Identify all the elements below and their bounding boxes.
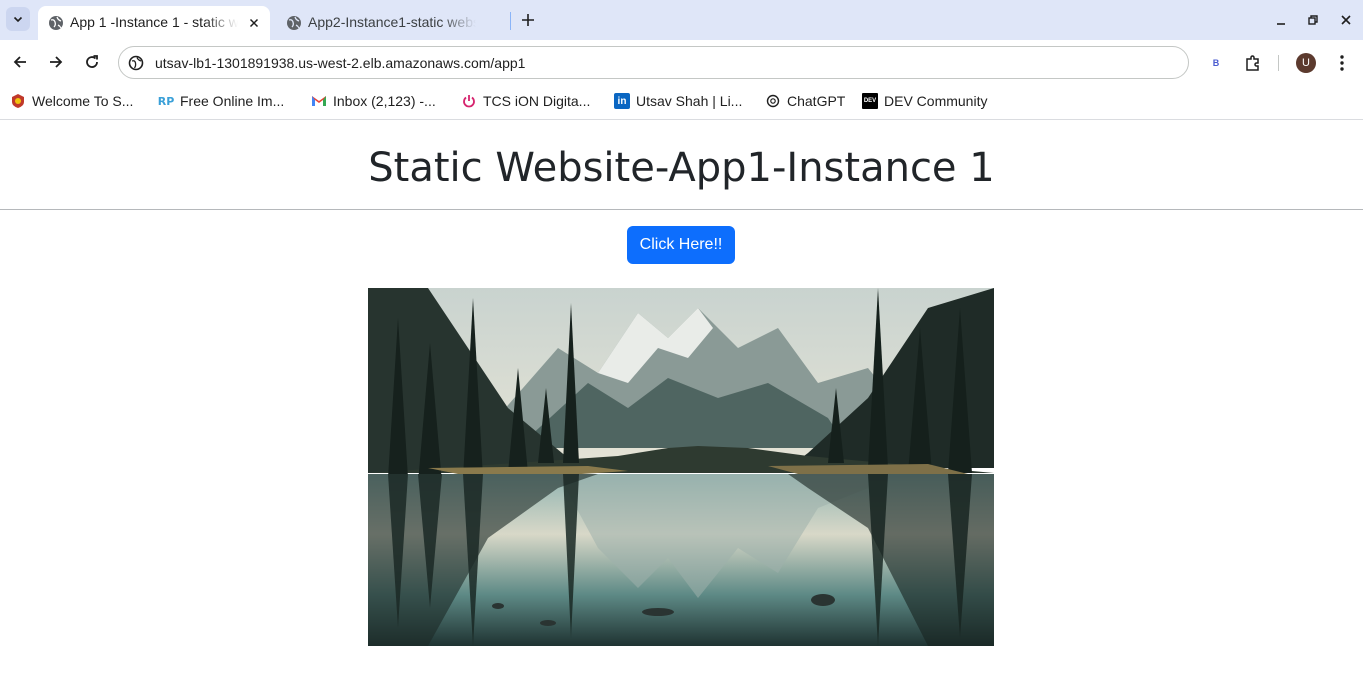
crest-icon [10,93,26,109]
bookmark-chatgpt[interactable]: ChatGPT [765,91,845,111]
tab-app2[interactable]: App2-Instance1-static website [276,6,504,40]
bookmark-label: TCS iON Digita... [483,93,591,109]
bookmark-label: DEV Community [884,93,988,109]
bookmark-dev-community[interactable]: DEV DEV Community [862,91,987,111]
restore-icon [1308,15,1318,25]
bookmark-label: Welcome To S... [32,93,134,109]
menu-button[interactable] [1331,52,1353,74]
globe-icon [287,16,301,30]
extensions-button[interactable] [1242,52,1264,74]
page-content: Static Website-App1-Instance 1 Click Her… [0,121,1363,684]
chevron-down-icon [13,16,23,23]
bookmark-label: ChatGPT [787,93,846,109]
bookmark-tcs-ion[interactable]: TCS iON Digita... [461,91,590,111]
bookmark-linkedin[interactable]: in Utsav Shah | Li... [614,91,742,111]
close-icon [1341,15,1351,25]
puzzle-icon [1246,55,1259,71]
site-info-icon[interactable] [128,55,144,71]
bookmark-label: Free Online Im... [180,93,285,109]
bookmark-label: Inbox (2,123) -... [333,93,436,109]
kebab-menu-icon [1340,55,1344,71]
dev-icon: DEV [862,93,878,109]
profile-avatar[interactable]: U [1296,53,1316,73]
tab-strip: App 1 -Instance 1 - static website App2-… [0,0,1363,40]
divider [0,209,1363,210]
globe-icon [49,16,63,30]
tab-search-button[interactable] [6,7,30,31]
url-text[interactable]: utsav-lb1-1301891938.us-west-2.elb.amazo… [155,55,525,71]
new-tab-button[interactable] [518,10,538,30]
tab-app1[interactable]: App 1 -Instance 1 - static website [38,6,270,40]
bookmark-label: Utsav Shah | Li... [636,93,743,109]
back-button[interactable] [9,51,31,73]
arrow-left-icon [13,56,26,68]
window-close-button[interactable] [1337,11,1355,29]
browser-toolbar: utsav-lb1-1301891938.us-west-2.elb.amazo… [0,40,1363,85]
reload-icon [86,55,98,68]
arrow-right-icon [50,56,63,68]
minimize-icon [1277,23,1285,25]
bookmarks-bar: Welcome To S... RP Free Online Im... Inb… [0,85,1363,120]
tab-title: App2-Instance1-static website [308,14,476,30]
forward-button[interactable] [45,51,67,73]
plus-icon [522,14,534,26]
openai-icon [765,93,781,109]
address-bar[interactable]: utsav-lb1-1301891938.us-west-2.elb.amazo… [118,46,1189,79]
linkedin-icon: in [614,93,630,109]
tab-separator [510,12,511,30]
toolbar-separator [1278,55,1279,71]
tab-title: App 1 -Instance 1 - static website [70,14,238,30]
extension-badge[interactable]: B [1206,53,1226,73]
rp-icon: RP [157,94,175,108]
bookmark-inbox[interactable]: Inbox (2,123) -... [311,91,436,111]
power-icon [461,93,477,109]
landscape-image [368,288,994,646]
click-here-button[interactable]: Click Here!! [627,226,735,264]
minimize-button[interactable] [1272,11,1290,29]
gmail-icon [311,93,327,109]
close-icon[interactable] [246,15,262,31]
page-title: Static Website-App1-Instance 1 [368,145,995,191]
restore-button[interactable] [1304,11,1322,29]
bookmark-free-online[interactable]: RP Free Online Im... [157,91,285,111]
reload-button[interactable] [81,51,103,73]
bookmark-welcome[interactable]: Welcome To S... [10,91,133,111]
